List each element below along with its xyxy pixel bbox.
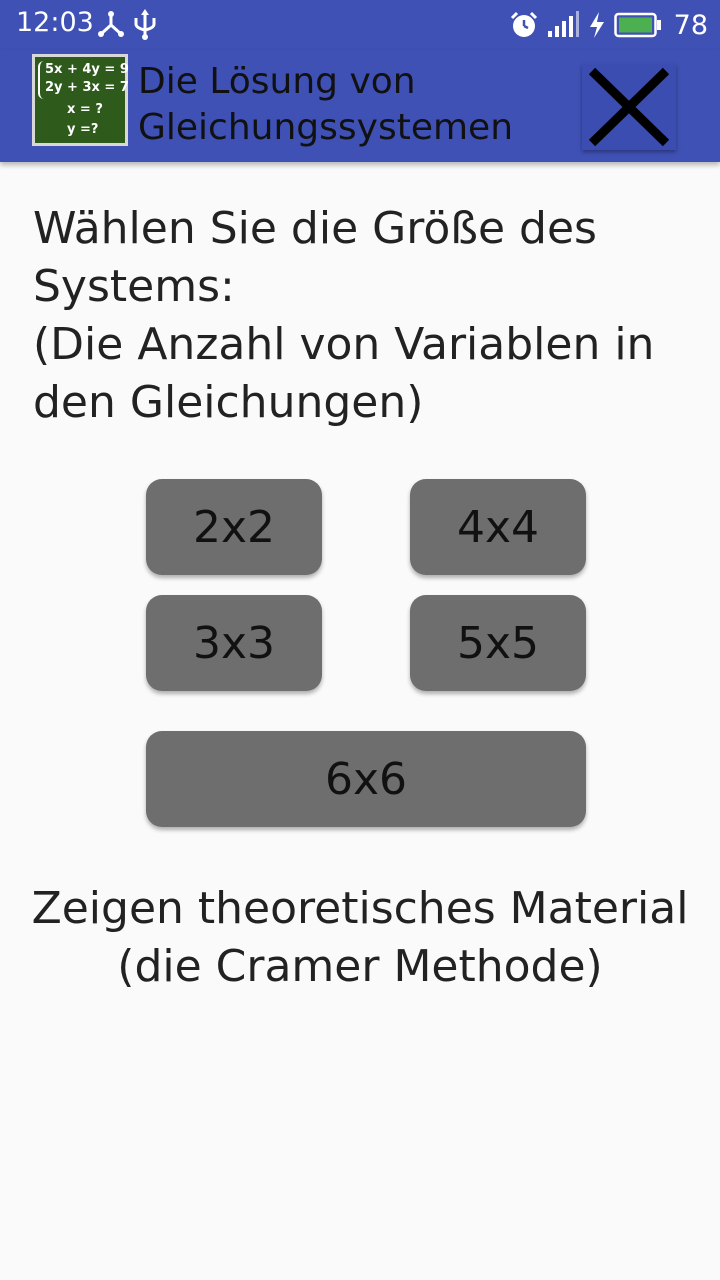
size-2x2-button[interactable]: 2x2 [146,479,322,575]
app-icon-line2: 2y + 3x = 7 [45,80,129,95]
theory-line2: (die Cramer Methode) [117,941,603,992]
app-title: Die Lösung von Gleichungssystemen [138,59,558,151]
theory-line1: Zeigen theoretisches Material [31,883,689,934]
battery-level: 78 [673,9,708,41]
usb-icon [134,9,156,40]
status-bar: 12:03 78 [0,0,720,50]
size-6x6-button[interactable]: 6x6 [146,731,586,827]
app-icon-line4: y =? [67,122,99,137]
app-icon-line1: 5x + 4y = 9 [45,62,129,77]
theory-material-link[interactable]: Zeigen theoretisches Material (die Crame… [0,880,720,996]
app-title-line2: Gleichungssystemen [138,107,514,148]
network-share-icon [98,11,124,37]
status-right-icons: 78 [510,7,708,43]
prompt-line3: (Die Anzahl von Variablen in [33,319,655,370]
prompt-line2: Systems: [33,261,235,312]
prompt-line1: Wählen Sie die Größe des [33,203,597,254]
battery-icon [613,12,661,38]
app-icon-line3: x = ? [67,102,103,117]
app-bar: 5x + 4y = 9 2y + 3x = 7 x = ? y =? Die L… [0,50,720,162]
signal-icon [547,11,579,37]
alarm-icon [510,11,537,37]
prompt-line4: den Gleichungen) [33,377,424,428]
size-prompt: Wählen Sie die Größe des Systems: (Die A… [33,200,693,432]
close-icon [588,67,670,147]
charging-icon [589,12,604,38]
app-title-line1: Die Lösung von [138,61,416,102]
status-left-icons [96,8,158,42]
size-4x4-button[interactable]: 4x4 [410,479,586,575]
size-5x5-button[interactable]: 5x5 [410,595,586,691]
status-time: 12:03 [16,7,94,38]
close-button[interactable] [582,64,676,150]
size-3x3-button[interactable]: 3x3 [146,595,322,691]
app-icon: 5x + 4y = 9 2y + 3x = 7 x = ? y =? [32,54,129,146]
